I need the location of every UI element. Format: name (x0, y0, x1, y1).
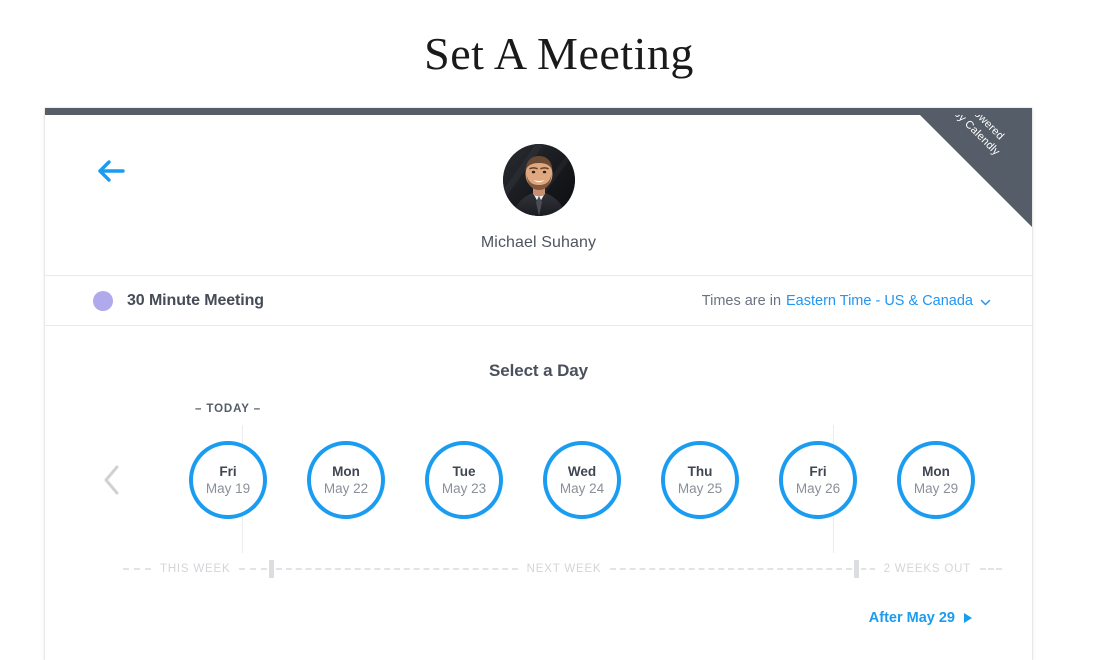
host-name: Michael Suhany (480, 234, 597, 251)
timeline-dash (980, 567, 1003, 571)
day-date: May 25 (677, 480, 723, 496)
page-title: Set A Meeting (424, 28, 694, 79)
host-profile: Michael Suhany (45, 144, 1032, 252)
day-dow: Fri (809, 463, 827, 479)
after-date-label: After May 29 (868, 610, 955, 626)
timezone-prefix: Times are in (701, 292, 782, 309)
timeline-dash (610, 567, 852, 571)
page-root: Set A Meeting powered by Calendly Michae… (0, 0, 1118, 660)
day-dow: Wed (567, 463, 597, 479)
timeline-dash (123, 567, 151, 571)
day-dow: Fri (219, 463, 237, 479)
day-option-5[interactable]: Fri May 26 (779, 441, 857, 519)
avatar (502, 144, 575, 216)
day-option-1[interactable]: Mon May 22 (307, 441, 385, 519)
day-dow: Thu (687, 463, 713, 479)
event-name: 30 Minute Meeting (127, 291, 264, 309)
timeline-tick (269, 560, 275, 578)
after-date-link[interactable]: After May 29 (869, 610, 972, 626)
select-a-day-heading: Select a Day (489, 361, 588, 380)
event-color-dot-icon (93, 290, 113, 311)
day-dow: Tue (452, 463, 476, 479)
day-dow: Mon (922, 463, 950, 479)
day-date: May 19 (205, 480, 251, 496)
event-type: 30 Minute Meeting (93, 276, 264, 325)
event-meta-row: 30 Minute Meeting Times are in Eastern T… (45, 276, 1032, 325)
day-dow: Mon (332, 463, 360, 479)
timeline-label-next-week: NEXT WEEK (526, 563, 602, 575)
chevron-down-icon[interactable] (980, 296, 991, 306)
timeline-tick (853, 560, 859, 578)
timeline-label-two-weeks-out: 2 WEEKS OUT (883, 563, 972, 575)
week-timeline: THIS WEEK NEXT WEEK 2 WEEKS OUT (45, 556, 1032, 582)
timezone-selector[interactable]: Times are in Eastern Time - US & Canada (701, 276, 991, 325)
timeline-label-this-week: THIS WEEK (160, 563, 231, 575)
day-option-4[interactable]: Thu May 25 (661, 441, 739, 519)
avatar-photo (502, 144, 575, 216)
prev-week-button[interactable] (101, 463, 123, 497)
timeline-dash (276, 567, 518, 571)
day-option-2[interactable]: Tue May 23 (425, 441, 503, 519)
day-date: May 24 (559, 480, 605, 496)
today-label: – TODAY – (194, 403, 262, 415)
day-date: May 22 (323, 480, 369, 496)
triangle-right-icon (964, 613, 972, 623)
chevron-left-icon (104, 465, 119, 495)
timezone-value[interactable]: Eastern Time - US & Canada (786, 293, 973, 309)
day-option-3[interactable]: Wed May 24 (543, 441, 621, 519)
timeline-dash (239, 567, 268, 571)
day-option-0[interactable]: Fri May 19 (189, 441, 267, 519)
day-option-6[interactable]: Mon May 29 (897, 441, 975, 519)
day-date: May 26 (795, 480, 841, 496)
timeline-dash (860, 567, 875, 571)
day-date: May 29 (913, 480, 959, 496)
day-date: May 23 (441, 480, 487, 496)
divider-bottom (45, 325, 1032, 326)
booking-card: powered by Calendly Michael Suhany 30 Mi… (45, 108, 1032, 660)
card-top-accent-bar (45, 108, 1032, 115)
day-strip: – TODAY – Fri May 19 Mon May 22 Tue May … (45, 403, 1032, 568)
